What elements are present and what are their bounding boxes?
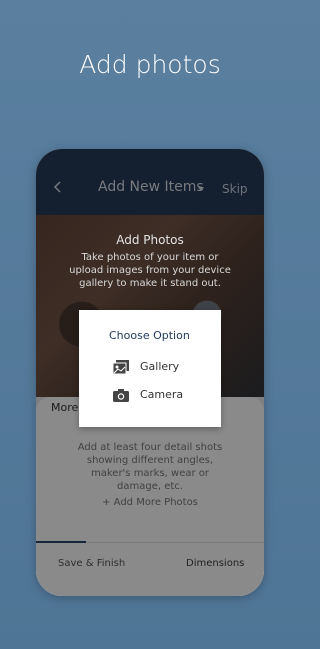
hero-subtitle: Take photos of your item or upload image…: [69, 252, 231, 289]
gallery-label: Gallery: [140, 360, 180, 373]
gallery-icon: [112, 360, 129, 375]
gallery-option[interactable]: Gallery: [110, 358, 210, 376]
camera-label: Camera: [140, 388, 184, 401]
hero-title: Add Photos: [116, 233, 184, 247]
camera-option[interactable]: Camera: [110, 386, 210, 404]
phone-mockup: Add New Items Skip Add Photos Take photo…: [36, 149, 264, 596]
camera-icon: [113, 389, 129, 402]
dialog-title: Choose Option: [109, 329, 190, 342]
promo-headline: Add photos: [79, 50, 221, 79]
choose-option-dialog: Choose Option Gallery Camera: [79, 310, 221, 427]
